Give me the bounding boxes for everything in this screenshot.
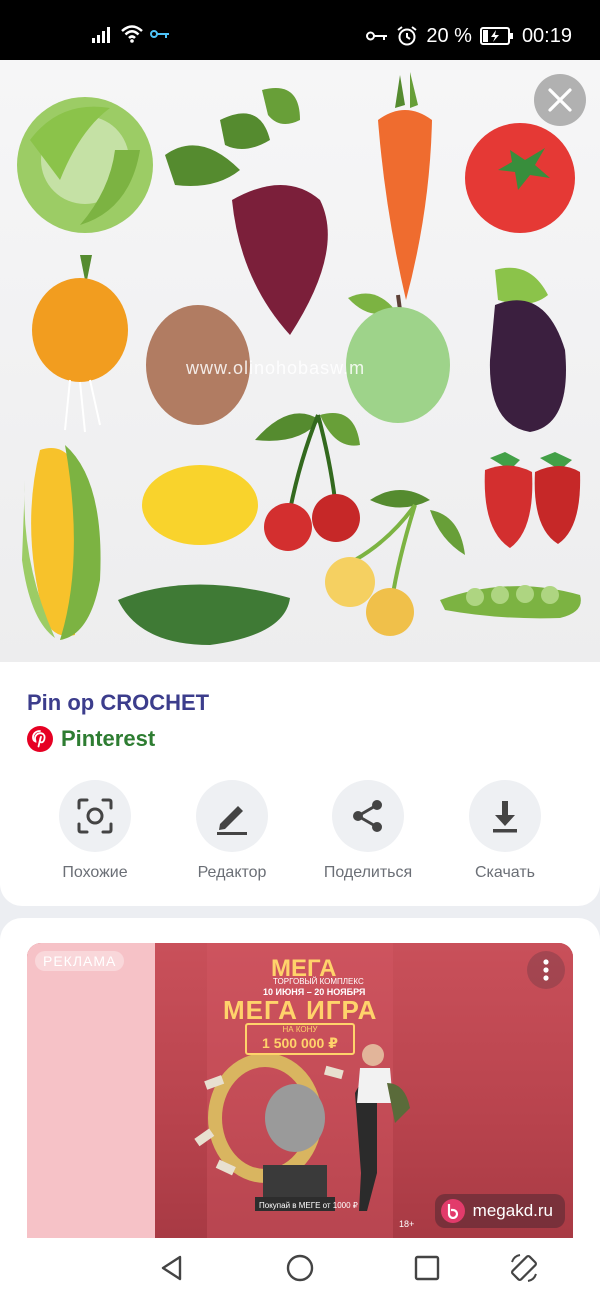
- alarm-icon: [397, 26, 417, 46]
- similar-label: Похожие: [62, 864, 128, 881]
- similar-button-circle: [59, 780, 131, 852]
- navigation-bar: [0, 1238, 600, 1299]
- image-watermark: www.olinohobasw.m: [186, 358, 366, 378]
- battery-charging-icon: [479, 27, 513, 45]
- beet-shape: [165, 88, 328, 335]
- similar-button[interactable]: Похожие: [35, 780, 155, 882]
- ad-brand-sub: ТОРГОВЫЙ КОМПЛЕКС: [273, 977, 364, 986]
- recents-icon[interactable]: [411, 1252, 443, 1284]
- download-button[interactable]: Скачать: [445, 780, 565, 882]
- ad-more-button[interactable]: [527, 951, 565, 989]
- pin-info-card: Pin op CROCHET Pinterest Похожие Редакто…: [0, 662, 600, 906]
- ad-domain-text: megakd.ru: [472, 1201, 553, 1220]
- ad-prize-label: НА КОНУ: [282, 1025, 318, 1034]
- share-button-circle: [332, 780, 404, 852]
- ad-banner[interactable]: РЕКЛАМА МЕГА ТОРГОВЫЙ КОМПЛЕКС 10 ИЮНЯ –…: [27, 943, 573, 1238]
- status-bar: 20 % 00:19: [0, 0, 600, 60]
- onion-shape: [32, 255, 128, 433]
- editor-button[interactable]: Редактор: [172, 780, 292, 882]
- ad-side-panel: [27, 943, 155, 1238]
- more-vertical-icon: [543, 959, 549, 981]
- pin-source[interactable]: Pinterest: [27, 726, 155, 752]
- ad-age-rating: 18+: [399, 1219, 415, 1229]
- close-button[interactable]: [534, 74, 586, 126]
- ad-label-badge: РЕКЛАМА: [35, 951, 125, 971]
- pin-image[interactable]: www.olinohobasw.m: [0, 60, 600, 662]
- megakd-logo-icon: [440, 1199, 465, 1223]
- pencil-icon: [217, 806, 247, 835]
- close-icon: [548, 88, 572, 112]
- signal-icon: [92, 27, 110, 43]
- wifi-icon: [121, 25, 143, 43]
- ad-prize: 1 500 000 ₽: [262, 1035, 338, 1051]
- cabbage-shape: [17, 97, 153, 233]
- vpn-key-icon: [150, 30, 169, 38]
- pea-pod-shape: [440, 585, 581, 619]
- ad-bottom-text: Покупай в МЕГЕ от 1000 ₽: [259, 1201, 358, 1210]
- strawberries-shape: [484, 452, 581, 548]
- status-left: [92, 24, 170, 44]
- visual-search-icon: [77, 798, 113, 834]
- share-icon: [353, 800, 382, 832]
- pinterest-logo-icon: [27, 726, 53, 752]
- tomato-shape: [465, 123, 575, 233]
- pin-title[interactable]: Pin op CROCHET: [27, 690, 209, 716]
- rotate-screen-icon[interactable]: [508, 1252, 540, 1284]
- eggplant-shape: [489, 267, 566, 432]
- clock: 00:19: [521, 25, 572, 47]
- ad-domain-chip[interactable]: megakd.ru: [434, 1194, 565, 1228]
- share-button[interactable]: Поделиться: [308, 780, 428, 882]
- cherries-shape: [255, 413, 360, 551]
- editor-button-circle: [196, 780, 268, 852]
- cucumber-shape: [118, 584, 290, 645]
- lemon-shape: [142, 465, 258, 545]
- download-icon: [493, 801, 517, 833]
- ad-headline: МЕГА ИГРА: [223, 995, 378, 1025]
- key-icon: [366, 31, 388, 41]
- editor-label: Редактор: [197, 864, 267, 881]
- source-name: Pinterest: [61, 726, 156, 751]
- ad-prize-box: НА КОНУ 1 500 000 ₽: [245, 1023, 355, 1055]
- battery-percent: 20 %: [426, 25, 472, 47]
- status-right: 20 % 00:19: [366, 24, 572, 48]
- share-label: Поделиться: [323, 864, 413, 881]
- download-label: Скачать: [475, 864, 535, 881]
- carrot-shape: [378, 72, 432, 300]
- ad-card: РЕКЛАМА МЕГА ТОРГОВЫЙ КОМПЛЕКС 10 ИЮНЯ –…: [0, 918, 600, 1238]
- corn-shape: [22, 445, 101, 640]
- back-icon[interactable]: [156, 1252, 188, 1284]
- download-button-circle: [469, 780, 541, 852]
- home-icon[interactable]: [284, 1252, 316, 1284]
